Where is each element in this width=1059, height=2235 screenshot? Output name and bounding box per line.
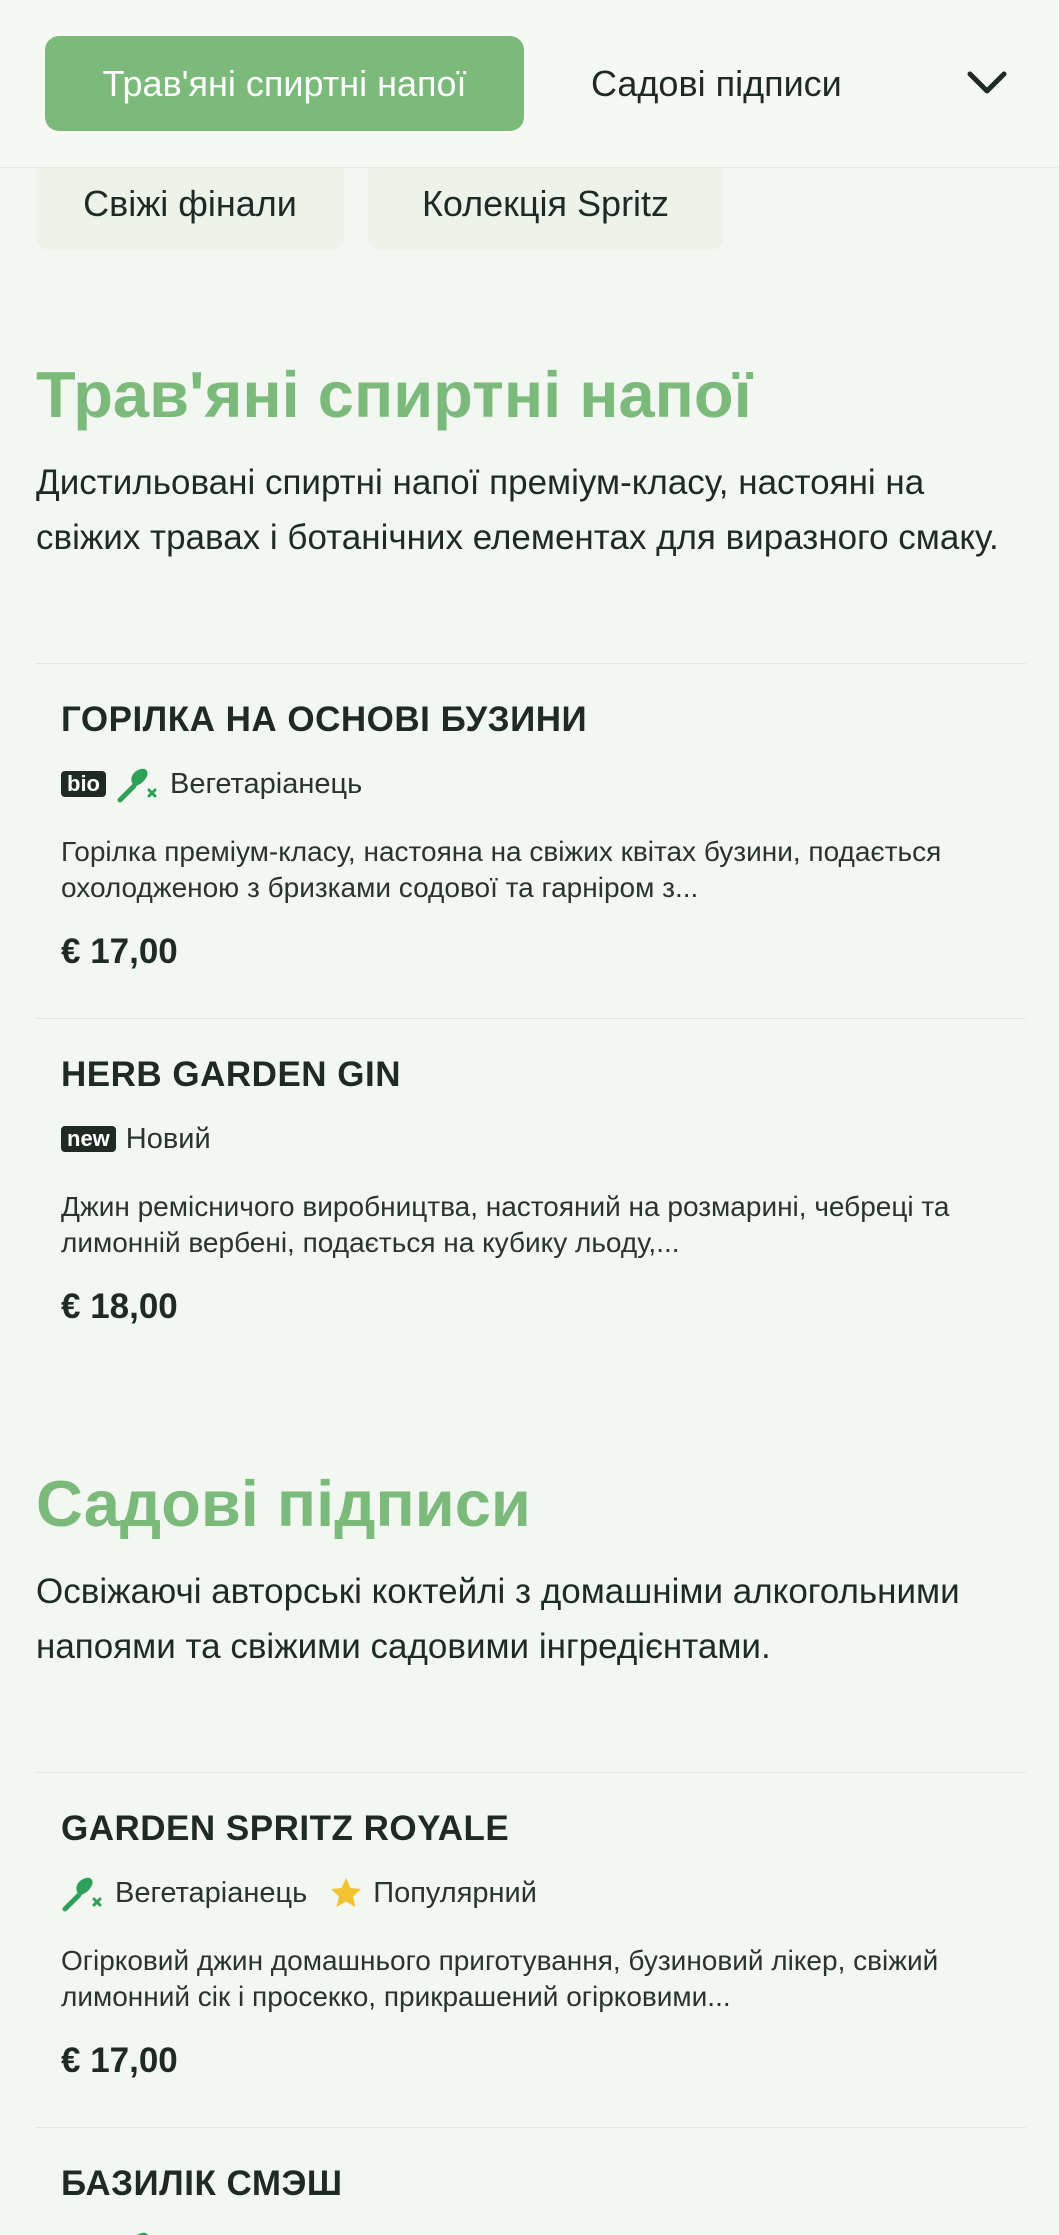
item-tags: bio Вегетаріанець xyxy=(61,764,374,804)
category-tab-herbal-spirits[interactable]: Трав'яні спиртні напої xyxy=(45,36,524,131)
category-nav: Трав'яні спиртні напої Садові підписи xyxy=(0,0,1059,168)
category-tab-garden-signatures[interactable]: Садові підписи xyxy=(591,36,842,131)
menu-item[interactable]: ГОРІЛКА НА ОСНОВІ БУЗИНИ bio Вегетаріане… xyxy=(36,663,1026,1018)
menu-item[interactable]: GARDEN SPRITZ ROYALE Вегетаріанець Попул… xyxy=(36,1772,1026,2127)
item-tags xyxy=(61,2228,161,2235)
item-name: ГОРІЛКА НА ОСНОВІ БУЗИНИ xyxy=(61,700,588,739)
section-title: Трав'яні спиртні напої xyxy=(36,358,752,431)
chevron-down-icon[interactable] xyxy=(964,60,1010,106)
vegetarian-leaf-icon xyxy=(137,2232,148,2235)
tag-label: Вегетаріанець xyxy=(170,767,363,800)
category-tab-fresh-finals[interactable]: Свіжі фінали xyxy=(36,168,344,250)
item-tags: Вегетаріанець Популярний xyxy=(61,1873,549,1913)
menu-item[interactable]: БАЗИЛІК СМЭШ xyxy=(36,2127,1026,2235)
category-tab-spritz-collection[interactable]: Колекція Spritz xyxy=(368,168,723,250)
item-tags: new Новий xyxy=(61,1119,223,1159)
menu-section-herbal-spirits: Трав'яні спиртні напої Дистильовані спир… xyxy=(36,355,1026,1375)
section-description: Освіжаючі авторські коктейлі з домашніми… xyxy=(36,1572,960,1666)
item-price: € 18,00 xyxy=(61,1287,178,1326)
section-description: Дистильовані спиртні напої преміум-класу… xyxy=(36,463,999,557)
menu-section-garden-signatures: Садові підписи Освіжаючі авторські кокте… xyxy=(36,1464,1026,2235)
item-name: HERB GARDEN GIN xyxy=(61,1055,402,1094)
vegetarian-leaf-icon xyxy=(117,768,157,803)
star-icon xyxy=(331,1878,362,1907)
tag-vegetarian: Вегетаріанець xyxy=(116,764,362,804)
tag-label: Вегетаріанець xyxy=(115,1876,308,1909)
item-description: Горілка преміум-класу, настояна на свіжи… xyxy=(61,836,942,903)
item-price: € 17,00 xyxy=(61,2041,178,2080)
tag-popular: Популярний xyxy=(329,1876,537,1910)
tag-new: Новий xyxy=(126,1123,211,1156)
item-name: GARDEN SPRITZ ROYALE xyxy=(61,1809,510,1848)
new-badge: new xyxy=(61,1126,116,1152)
item-description: Джин ремісничого виробництва, настояний … xyxy=(61,1191,950,1258)
bio-badge: bio xyxy=(61,771,106,797)
item-name: БАЗИЛІК СМЭШ xyxy=(61,2164,343,2203)
tag-label: Популярний xyxy=(373,1876,537,1909)
item-description: Огірковий джин домашнього приготування, … xyxy=(61,1945,939,2012)
menu-item[interactable]: HERB GARDEN GIN new Новий Джин ремісничо… xyxy=(36,1018,1026,1373)
item-price: € 17,00 xyxy=(61,932,178,971)
category-nav-row-2: Свіжі фінали Колекція Spritz xyxy=(0,168,1059,253)
tag-label: Новий xyxy=(125,1122,211,1155)
section-title: Садові підписи xyxy=(36,1467,531,1540)
vegetarian-leaf-icon xyxy=(62,1877,102,1912)
tag-vegetarian: Вегетаріанець xyxy=(61,1873,307,1913)
